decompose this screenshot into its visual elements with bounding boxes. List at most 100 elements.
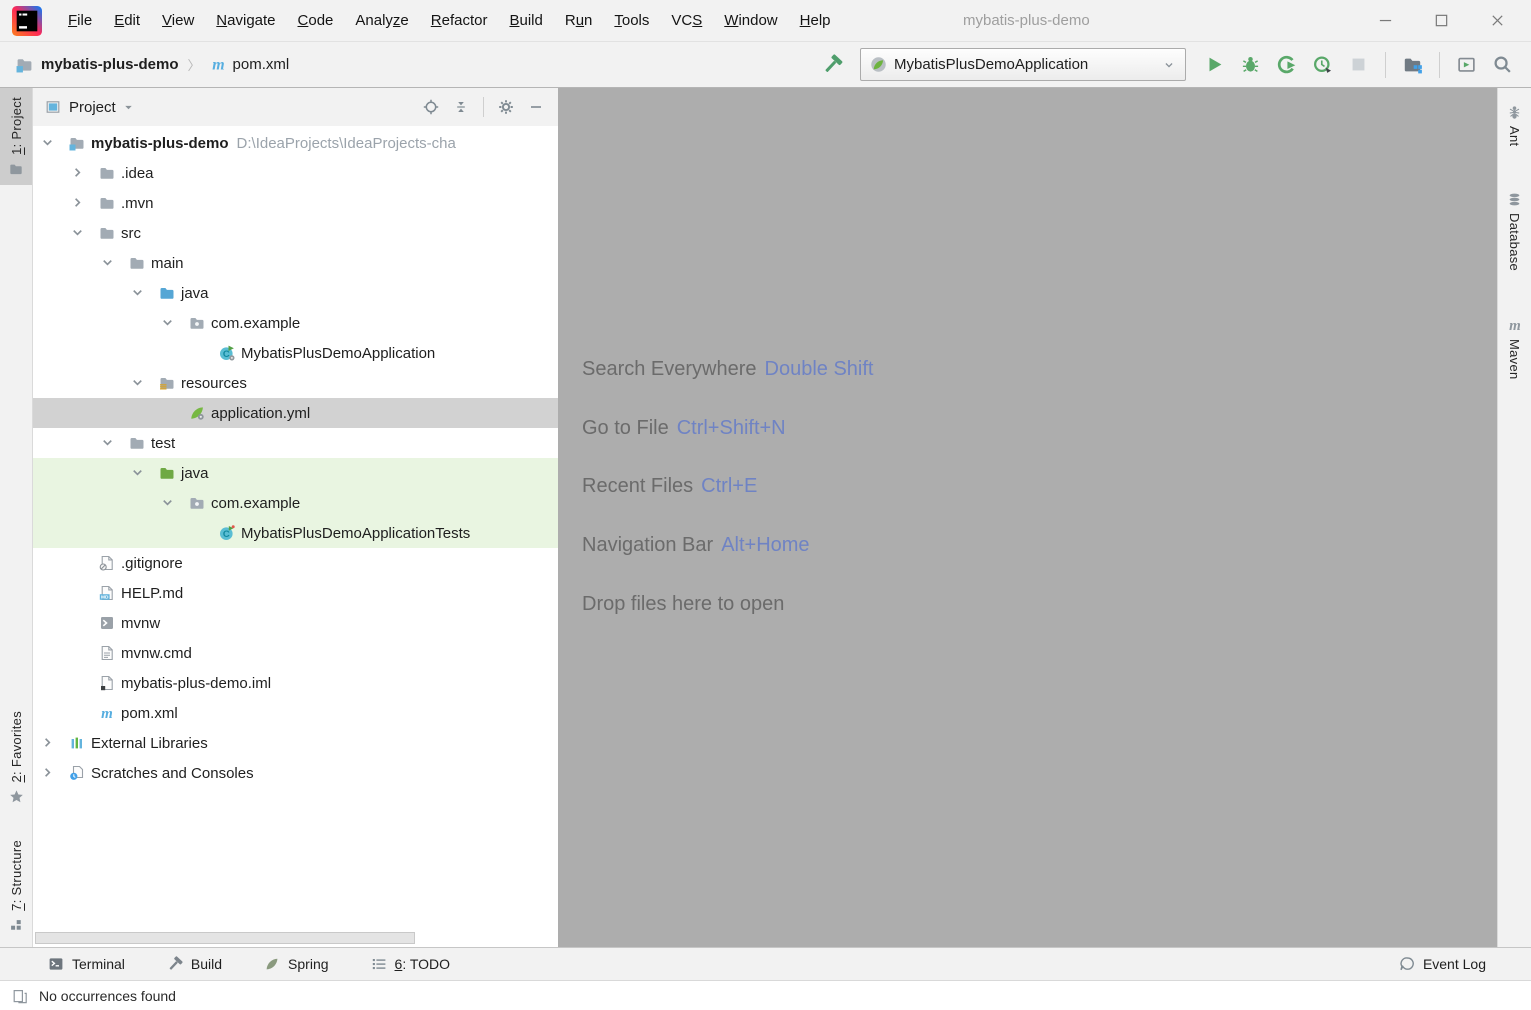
chevron-expanded-icon[interactable] [130, 465, 146, 481]
tree-row[interactable]: java [33, 458, 558, 488]
menu-refactor[interactable]: Refactor [420, 0, 499, 41]
run-anything-button[interactable] [1457, 55, 1476, 74]
tree-row[interactable]: mybatis-plus-demoD:\IdeaProjects\IdeaPro… [33, 128, 558, 158]
tool-stripe-tab-ant[interactable]: Ant [1498, 96, 1531, 155]
menu-navigate[interactable]: Navigate [205, 0, 286, 41]
chevron-expanded-icon[interactable] [130, 285, 146, 301]
minimize-button[interactable] [1357, 0, 1413, 41]
close-button[interactable] [1469, 0, 1525, 41]
tree-row[interactable]: CMybatisPlusDemoApplication [33, 338, 558, 368]
editor-shortcut-hints: Search EverywhereDouble ShiftGo to FileC… [582, 340, 874, 633]
folder-icon [129, 435, 145, 451]
tool-stripe-tab-database[interactable]: Database [1498, 183, 1531, 280]
run-configuration-select[interactable]: MybatisPlusDemoApplication [860, 48, 1186, 81]
tree-item-label: MybatisPlusDemoApplicationTests [241, 525, 470, 542]
build-project-button[interactable] [822, 54, 843, 75]
tree-row[interactable]: CMybatisPlusDemoApplicationTests [33, 518, 558, 548]
menu-vcs[interactable]: VCS [660, 0, 713, 41]
coverage-button[interactable] [1277, 55, 1296, 74]
horizontal-scrollbar[interactable] [35, 932, 415, 944]
chevron-expanded-icon[interactable] [70, 225, 86, 241]
maximize-button[interactable] [1413, 0, 1469, 41]
stop-button[interactable] [1349, 55, 1368, 74]
tree-row[interactable]: mvnw [33, 608, 558, 638]
locate-icon[interactable] [423, 99, 439, 115]
tool-window-button-terminal[interactable]: Terminal [48, 956, 125, 972]
menu-help[interactable]: Help [789, 0, 842, 41]
project-panel-title[interactable]: Project [69, 99, 116, 116]
tool-window-button-build[interactable]: Build [167, 956, 222, 972]
toolbar-separator [1439, 52, 1440, 78]
menu-window[interactable]: Window [713, 0, 788, 41]
chevron-spacer [70, 645, 86, 661]
menu-code[interactable]: Code [287, 0, 345, 41]
tool-window-icon [45, 99, 61, 115]
menu-view[interactable]: View [151, 0, 205, 41]
menu-edit[interactable]: Edit [103, 0, 151, 41]
tree-row[interactable]: .mvn [33, 188, 558, 218]
tree-row[interactable]: mybatis-plus-demo.iml [33, 668, 558, 698]
shortcut-keys: Ctrl+E [701, 475, 757, 498]
shortcut-label: Search Everywhere [582, 358, 757, 381]
chevron-spacer [70, 705, 86, 721]
collapse-all-icon[interactable] [453, 99, 469, 115]
debug-button[interactable] [1241, 55, 1260, 74]
profiler-button[interactable] [1313, 55, 1332, 74]
tree-row[interactable]: java [33, 278, 558, 308]
menu-tools[interactable]: Tools [603, 0, 660, 41]
tool-window-button-todo[interactable]: 6: TODO [371, 956, 451, 972]
tree-item-label: com.example [211, 495, 300, 512]
tree-row[interactable]: com.example [33, 488, 558, 518]
tree-row[interactable]: resources [33, 368, 558, 398]
tool-stripe-tab-structure[interactable]: 7: Structure [0, 831, 32, 941]
chevron-collapsed-icon[interactable] [70, 165, 86, 181]
tree-row[interactable]: mvnw.cmd [33, 638, 558, 668]
tree-item-label: com.example [211, 315, 300, 332]
tree-item-label: pom.xml [121, 705, 178, 722]
chevron-expanded-icon[interactable] [100, 435, 116, 451]
status-message: No occurrences found [39, 988, 176, 1004]
tree-row[interactable]: main [33, 248, 558, 278]
hide-icon[interactable] [528, 99, 544, 115]
chevron-collapsed-icon[interactable] [70, 195, 86, 211]
menu-analyze[interactable]: Analyze [344, 0, 419, 41]
run-button[interactable] [1205, 55, 1224, 74]
tree-row[interactable]: .idea [33, 158, 558, 188]
chevron-expanded-icon[interactable] [160, 495, 176, 511]
chevron-expanded-icon[interactable] [100, 255, 116, 271]
tree-item-label: MybatisPlusDemoApplication [241, 345, 435, 362]
tree-row[interactable]: mpom.xml [33, 698, 558, 728]
menu-build[interactable]: Build [498, 0, 553, 41]
chevron-expanded-icon[interactable] [40, 135, 56, 151]
shortcut-label: Navigation Bar [582, 534, 713, 557]
project-structure-button[interactable] [1403, 55, 1422, 74]
tool-stripe-tab-favorites[interactable]: 2: Favorites [0, 702, 32, 814]
menu-bar: FileEditViewNavigateCodeAnalyzeRefactorB… [57, 0, 842, 41]
tree-row[interactable]: test [33, 428, 558, 458]
menu-file[interactable]: File [57, 0, 103, 41]
chevron-collapsed-icon[interactable] [40, 765, 56, 781]
breadcrumb-project[interactable]: mybatis-plus-demo [41, 56, 179, 73]
tree-row[interactable]: application.yml [33, 398, 558, 428]
chevron-collapsed-icon[interactable] [40, 735, 56, 751]
left-tool-stripe: 1: Project 2: Favorites 7: Structure [0, 88, 33, 947]
search-everywhere-button[interactable] [1493, 55, 1512, 74]
settings-icon[interactable] [498, 99, 514, 115]
breadcrumb-file[interactable]: pom.xml [233, 56, 290, 73]
tree-row[interactable]: .gitignore [33, 548, 558, 578]
tree-row[interactable]: MDHELP.md [33, 578, 558, 608]
chevron-expanded-icon[interactable] [160, 315, 176, 331]
chevron-expanded-icon[interactable] [130, 375, 146, 391]
tree-row[interactable]: com.example [33, 308, 558, 338]
tree-row[interactable]: src [33, 218, 558, 248]
hammer-gray-icon [167, 956, 183, 972]
tool-stripe-tab-maven[interactable]: mMaven [1498, 308, 1531, 389]
tool-stripe-tab-project[interactable]: 1: Project [0, 88, 32, 185]
tool-window-button-spring[interactable]: Spring [264, 956, 328, 972]
tool-window-button-eventlog[interactable]: Event Log [1399, 956, 1486, 972]
tree-row[interactable]: External Libraries [33, 728, 558, 758]
tool-window-button-label: Terminal [72, 956, 125, 972]
tree-row[interactable]: Scratches and Consoles [33, 758, 558, 788]
menu-run[interactable]: Run [554, 0, 604, 41]
chevron-down-icon[interactable] [122, 101, 135, 114]
